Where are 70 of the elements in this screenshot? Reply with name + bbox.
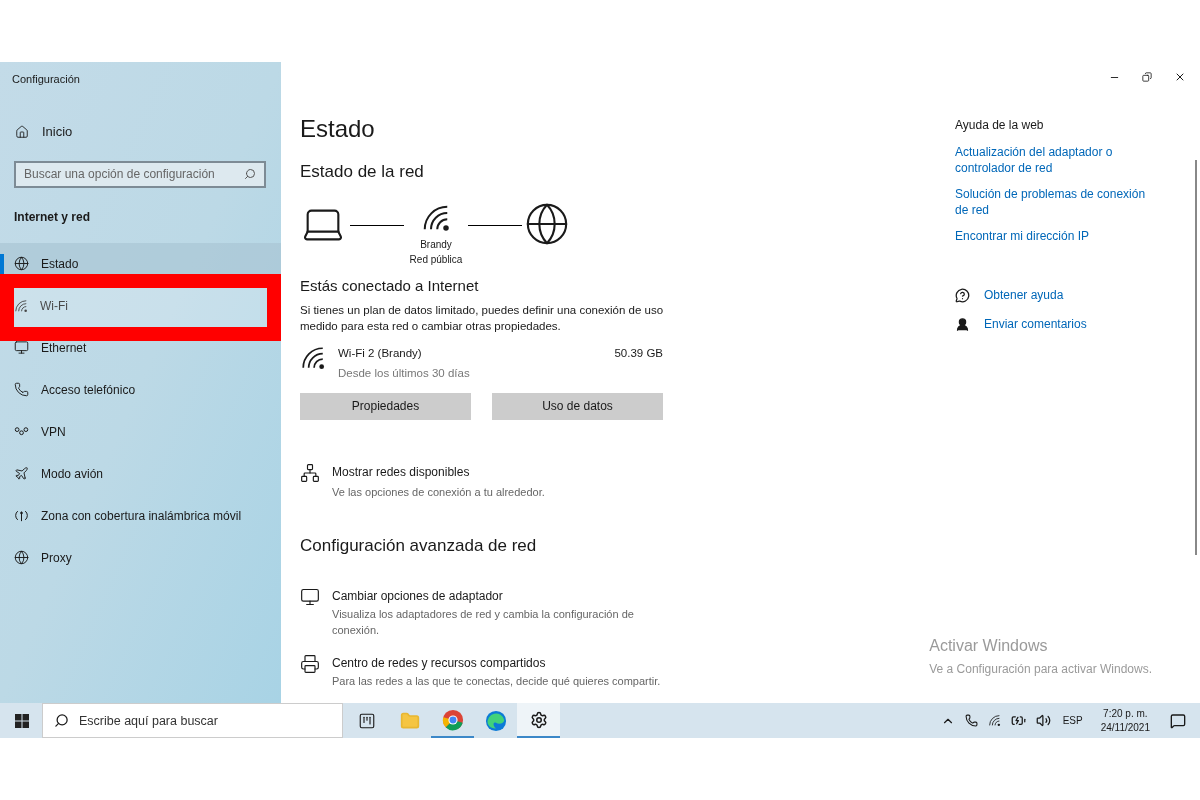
printer-icon xyxy=(300,653,320,674)
sidebar-item[interactable]: Proxy xyxy=(0,536,281,579)
link-description: Ve las opciones de conexión a tu alrededor. xyxy=(332,484,545,500)
section-heading: Configuración avanzada de red xyxy=(300,535,537,557)
language-indicator[interactable]: ESP xyxy=(1062,713,1083,728)
search-icon xyxy=(54,713,69,728)
network-name: Brandy xyxy=(420,237,452,252)
action-button[interactable]: Uso de datos xyxy=(492,392,663,420)
link-description: Para las redes a las que te conectas, decide qué quieres compartir. xyxy=(332,673,662,689)
connection-name: Wi-Fi 2 (Brandy) xyxy=(338,346,422,361)
phone-icon[interactable] xyxy=(964,714,978,727)
data-usage: 50.39 GB xyxy=(614,346,663,361)
home-icon xyxy=(15,124,29,139)
sidebar-item[interactable]: Acceso telefónico xyxy=(0,368,281,411)
activation-text: Ve a Configuración para activar Windows. xyxy=(929,661,1152,678)
link-title[interactable]: Mostrar redes disponibles xyxy=(332,462,470,481)
taskbar-search-field[interactable]: Escribe aquí para buscar xyxy=(42,703,343,738)
status-heading: Estás conectado a Internet xyxy=(300,275,479,296)
start-icon[interactable] xyxy=(15,713,29,728)
search-icon xyxy=(244,168,256,180)
globe-icon xyxy=(14,256,29,271)
restore-icon[interactable] xyxy=(1142,72,1152,82)
search-field[interactable]: Buscar una opción de configuración xyxy=(14,160,266,188)
section-heading: Internet y red xyxy=(14,208,91,226)
status-text: Si tienes un plan de datos limitado, puedes definir una conexión de uso medido para esta red o cambiar otras propiedades. xyxy=(300,303,665,334)
phone-icon xyxy=(14,382,29,397)
task-view-icon xyxy=(357,711,376,730)
help-link[interactable]: Actualización del adaptador o controlador de red xyxy=(955,144,1160,176)
sidebar-item[interactable]: VPN xyxy=(0,410,281,453)
taskbar-app[interactable] xyxy=(517,703,560,738)
globe-icon xyxy=(14,550,29,565)
action-button[interactable]: Propiedades xyxy=(300,392,471,420)
window-title: Configuración xyxy=(12,72,80,87)
settings-icon xyxy=(529,710,548,729)
notification-icon[interactable] xyxy=(1170,712,1186,729)
sidebar-item[interactable]: Modo avión xyxy=(0,452,281,495)
network-icon xyxy=(300,462,320,483)
wifi-icon xyxy=(987,714,1001,727)
clock[interactable]: 7:20 p. m. 24/11/2021 xyxy=(1100,706,1150,735)
help-action-link[interactable]: Enviar comentarios xyxy=(984,315,1087,333)
connection-period: Desde los últimos 30 días xyxy=(338,366,470,382)
wifi-icon xyxy=(14,298,28,313)
battery-icon[interactable] xyxy=(1010,713,1026,728)
sidebar-item[interactable]: Zona con cobertura inalámbrica móvil xyxy=(0,494,281,537)
volume-icon[interactable] xyxy=(1035,713,1051,728)
section-heading: Estado de la red xyxy=(300,161,424,183)
monitor-icon xyxy=(300,586,320,607)
feedback-icon xyxy=(955,316,970,332)
link-title[interactable]: Cambiar opciones de adaptador xyxy=(332,586,503,605)
help-icon xyxy=(955,287,970,303)
help-heading: Ayuda de la web xyxy=(955,117,1044,134)
help-action-link[interactable]: Obtener ayuda xyxy=(984,286,1064,304)
sidebar-item[interactable]: Wi-Fi xyxy=(0,284,281,327)
activation-title: Activar Windows xyxy=(929,636,1049,656)
hotspot-icon xyxy=(14,508,29,523)
close-icon[interactable] xyxy=(1174,71,1186,83)
monitor-icon xyxy=(14,340,29,355)
airplane-icon xyxy=(14,466,29,481)
folder-icon xyxy=(399,710,420,731)
wifi-icon xyxy=(300,345,326,371)
network-type: Red pública xyxy=(409,252,463,267)
browser-icon xyxy=(441,708,464,731)
link-description: Visualiza los adaptadores de red y cambia la configuración de conexión. xyxy=(332,606,635,638)
sidebar-item[interactable]: Ethernet xyxy=(0,326,281,369)
page-title: Estado xyxy=(300,114,375,144)
help-link[interactable]: Encontrar mi dirección IP xyxy=(955,228,1160,244)
help-link[interactable]: Solución de problemas de conexión de red xyxy=(955,186,1160,218)
browser-icon xyxy=(484,709,507,732)
home-item[interactable]: Inicio xyxy=(15,120,73,143)
link-title[interactable]: Centro de redes y recursos compartidos xyxy=(332,653,546,672)
